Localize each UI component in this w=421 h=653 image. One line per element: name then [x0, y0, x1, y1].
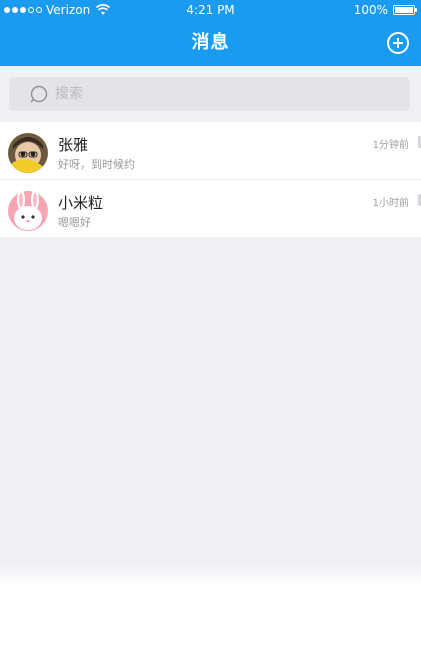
page-title: 消息: [191, 32, 230, 53]
conversation-list: 张雅 好呀，到时候约 1分钟前 小米粒 嗯嗯好 1小时前: [0, 122, 421, 237]
search-input[interactable]: [55, 77, 395, 111]
nav-bar: 消息: [0, 20, 421, 66]
conversation-name: 张雅: [58, 136, 89, 154]
bottom-overlay: [0, 560, 421, 653]
battery-percent: 100%: [353, 3, 388, 17]
conversation-preview: 嗯嗯好: [58, 216, 91, 229]
add-button[interactable]: [387, 32, 409, 54]
bunny-avatar-icon: [8, 191, 48, 231]
conversation-preview: 好呀，到时候约: [58, 158, 135, 171]
conversation-name: 小米粒: [58, 194, 104, 212]
conversation-time: 1分钟前: [372, 140, 409, 151]
status-right: 100%: [353, 0, 417, 20]
conversation-time: 1小时前: [372, 198, 409, 209]
search-icon: [30, 85, 48, 103]
conversation-item-xiaomili[interactable]: 小米粒 嗯嗯好 1小时前: [0, 179, 421, 237]
battery-icon: [393, 5, 417, 15]
avatar: [8, 133, 48, 173]
avatar: [8, 191, 48, 231]
header: Verizon 4:21 PM 100% 消息: [0, 0, 421, 66]
search-box[interactable]: [9, 77, 410, 111]
status-bar: Verizon 4:21 PM 100%: [0, 0, 421, 20]
search-bar: [0, 66, 421, 122]
conversation-item-zhangya[interactable]: 张雅 好呀，到时候约 1分钟前: [0, 122, 421, 179]
avatar-photo-icon: [8, 133, 48, 173]
